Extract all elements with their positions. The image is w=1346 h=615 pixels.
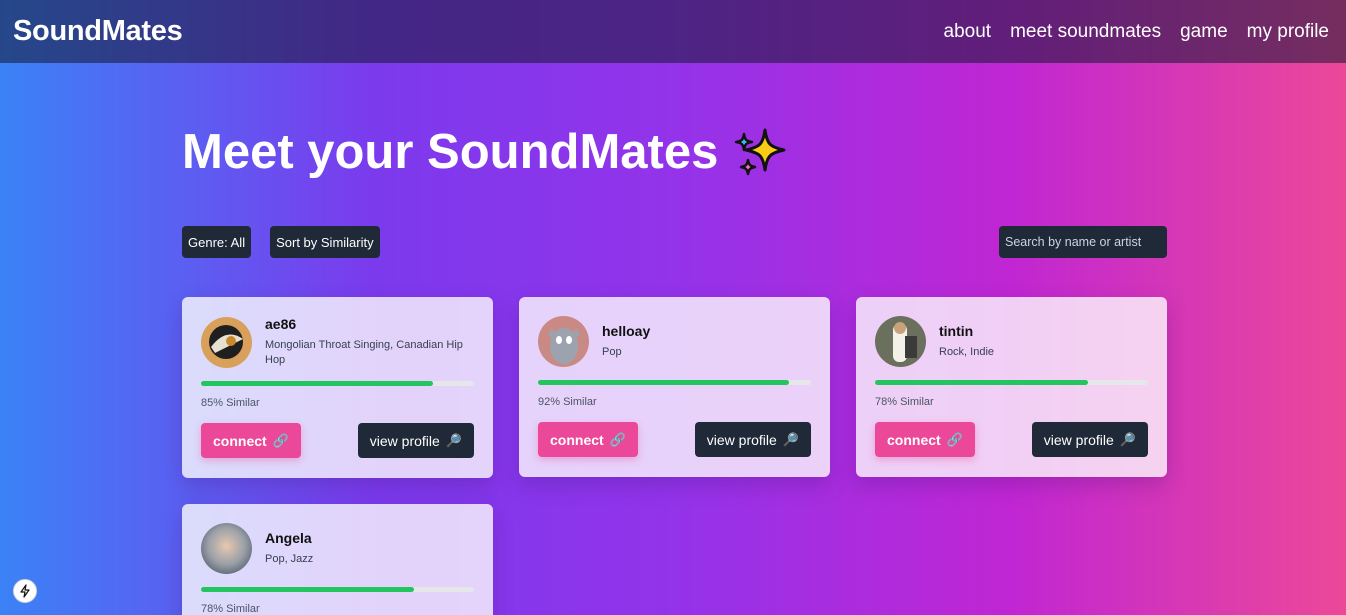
view-profile-button[interactable]: view profile 🔎 — [694, 422, 811, 457]
magnifier-icon: 🔎 — [782, 431, 799, 447]
avatar[interactable] — [201, 523, 252, 574]
magnifier-icon: 🔎 — [1119, 431, 1136, 447]
avatar[interactable] — [538, 316, 589, 367]
nav-links: about meet soundmates game my profile — [944, 21, 1329, 43]
similarity-label: 78% Similar — [201, 603, 260, 615]
user-genres: Rock, Indie — [939, 346, 995, 358]
sparkles-icon — [732, 124, 788, 180]
nav-about[interactable]: about — [944, 21, 992, 43]
nav-meet-soundmates[interactable]: meet soundmates — [1010, 21, 1161, 43]
similarity-bar-fill — [201, 587, 414, 592]
filter-bar: Genre: All Sort by Similarity — [182, 226, 1167, 258]
view-profile-label: view profile — [706, 431, 777, 448]
genre-filter-button[interactable]: Genre: All — [182, 226, 252, 258]
top-navbar: SoundMates about meet soundmates game my… — [0, 0, 1346, 63]
user-name: helloay — [602, 323, 651, 339]
similarity-label: 78% Similar — [875, 396, 934, 408]
soundmate-card: tintin Rock, Indie 78% Similar connect 🔗… — [856, 297, 1167, 477]
similarity-bar-fill — [201, 381, 434, 386]
connect-label: connect — [550, 431, 604, 448]
view-profile-button[interactable]: view profile 🔎 — [357, 423, 474, 458]
link-icon: 🔗 — [609, 431, 626, 447]
search-input[interactable] — [999, 226, 1167, 258]
view-profile-button[interactable]: view profile 🔎 — [1031, 422, 1148, 457]
user-name: ae86 — [265, 316, 297, 332]
connect-button[interactable]: connect 🔗 — [538, 422, 638, 457]
lightning-icon[interactable] — [13, 579, 37, 603]
avatar[interactable] — [875, 316, 926, 367]
sort-button[interactable]: Sort by Similarity — [270, 226, 380, 258]
similarity-label: 92% Similar — [538, 396, 597, 408]
similarity-bar — [201, 587, 474, 592]
link-icon: 🔗 — [946, 431, 963, 447]
soundmate-card: ae86 Mongolian Throat Singing, Canadian … — [182, 297, 493, 478]
view-profile-label: view profile — [369, 432, 440, 449]
soundmate-card: helloay Pop 92% Similar connect 🔗 view p… — [519, 297, 830, 477]
user-genres: Mongolian Throat Singing, Canadian Hip H… — [265, 339, 463, 366]
avatar[interactable] — [201, 316, 252, 368]
user-genres: Pop — [602, 346, 622, 358]
connect-label: connect — [213, 432, 267, 449]
page-title: Meet your SoundMates — [182, 125, 719, 179]
similarity-bar-fill — [538, 380, 790, 385]
user-genres: Pop, Jazz — [265, 553, 314, 565]
similarity-bar — [875, 380, 1148, 385]
user-name: tintin — [939, 323, 974, 339]
page-title-row: Meet your SoundMates — [182, 122, 1167, 182]
link-icon: 🔗 — [272, 432, 289, 448]
nav-game[interactable]: game — [1180, 21, 1228, 43]
nav-my-profile[interactable]: my profile — [1247, 21, 1329, 43]
main-content: Meet your SoundMates Genre: All Sort by … — [182, 63, 1167, 258]
soundmate-card: Angela Pop, Jazz 78% Similar — [182, 504, 493, 615]
similarity-bar — [538, 380, 811, 385]
user-name: Angela — [265, 530, 312, 546]
similarity-bar-fill — [875, 380, 1088, 385]
view-profile-label: view profile — [1043, 431, 1114, 448]
connect-button[interactable]: connect 🔗 — [201, 423, 301, 458]
connect-label: connect — [887, 431, 941, 448]
brand-logo[interactable]: SoundMates — [13, 15, 183, 48]
similarity-bar — [201, 381, 474, 386]
similarity-label: 85% Similar — [201, 397, 260, 409]
magnifier-icon: 🔎 — [445, 432, 462, 448]
connect-button[interactable]: connect 🔗 — [875, 422, 975, 457]
